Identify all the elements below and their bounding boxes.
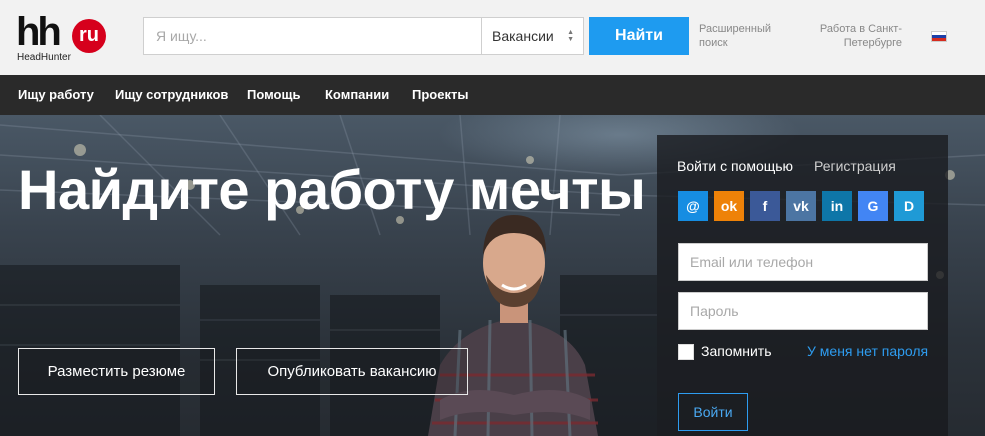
post-resume-button[interactable]: Разместить резюме xyxy=(18,348,215,395)
search-input[interactable] xyxy=(143,17,482,55)
tab-register[interactable]: Регистрация xyxy=(814,158,896,174)
vkontakte-icon[interactable]: vk xyxy=(786,191,816,221)
email-field[interactable] xyxy=(678,243,928,281)
region-link[interactable]: Работа в Санкт-Петербурге xyxy=(800,22,902,50)
login-panel: Войти с помощью Регистрация @ ok f vk in… xyxy=(657,135,948,436)
odnoklassniki-icon[interactable]: ok xyxy=(714,191,744,221)
hero-banner: Найдите работу мечты Разместить резюме О… xyxy=(0,115,985,436)
remember-label: Запомнить xyxy=(701,343,772,359)
tab-login-with[interactable]: Войти с помощью xyxy=(677,158,793,174)
linkedin-icon[interactable]: in xyxy=(822,191,852,221)
post-vacancy-button[interactable]: Опубликовать вакансию xyxy=(236,348,468,395)
search-type-select[interactable]: Вакансии ▲ ▼ xyxy=(481,17,584,55)
no-password-link[interactable]: У меня нет пароля xyxy=(807,343,928,359)
nav-item-job-search[interactable]: Ищу работу xyxy=(18,75,94,115)
google-icon[interactable]: G xyxy=(858,191,888,221)
russia-flag-icon[interactable] xyxy=(931,31,947,42)
headhunter-logo[interactable]: hh ru HeadHunter xyxy=(16,10,108,63)
logo-badge: ru xyxy=(72,19,106,53)
nav-item-companies[interactable]: Компании xyxy=(325,75,389,115)
search-type-value: Вакансии xyxy=(492,28,554,44)
mail-ru-icon[interactable]: @ xyxy=(678,191,708,221)
facebook-icon[interactable]: f xyxy=(750,191,780,221)
d-service-icon[interactable]: D xyxy=(894,191,924,221)
nav-item-help[interactable]: Помощь xyxy=(247,75,300,115)
password-field[interactable] xyxy=(678,292,928,330)
hero-headline: Найдите работу мечты xyxy=(18,158,646,221)
nav-item-projects[interactable]: Проекты xyxy=(412,75,468,115)
search-button[interactable]: Найти xyxy=(589,17,689,55)
logo-mark: hh xyxy=(16,10,62,54)
nav-item-employee-search[interactable]: Ищу сотрудников xyxy=(115,75,228,115)
login-button[interactable]: Войти xyxy=(678,393,748,431)
remember-checkbox[interactable] xyxy=(678,344,694,360)
advanced-search-link[interactable]: Расширенный поиск xyxy=(699,22,789,50)
top-header: hh ru HeadHunter Вакансии ▲▼ Найти Расши… xyxy=(0,0,985,75)
logo-caption: HeadHunter xyxy=(17,52,71,63)
select-arrows-icon: ▲ ▼ xyxy=(567,29,574,43)
main-nav: Ищу работу Ищу сотрудников Помощь Компан… xyxy=(0,75,985,115)
